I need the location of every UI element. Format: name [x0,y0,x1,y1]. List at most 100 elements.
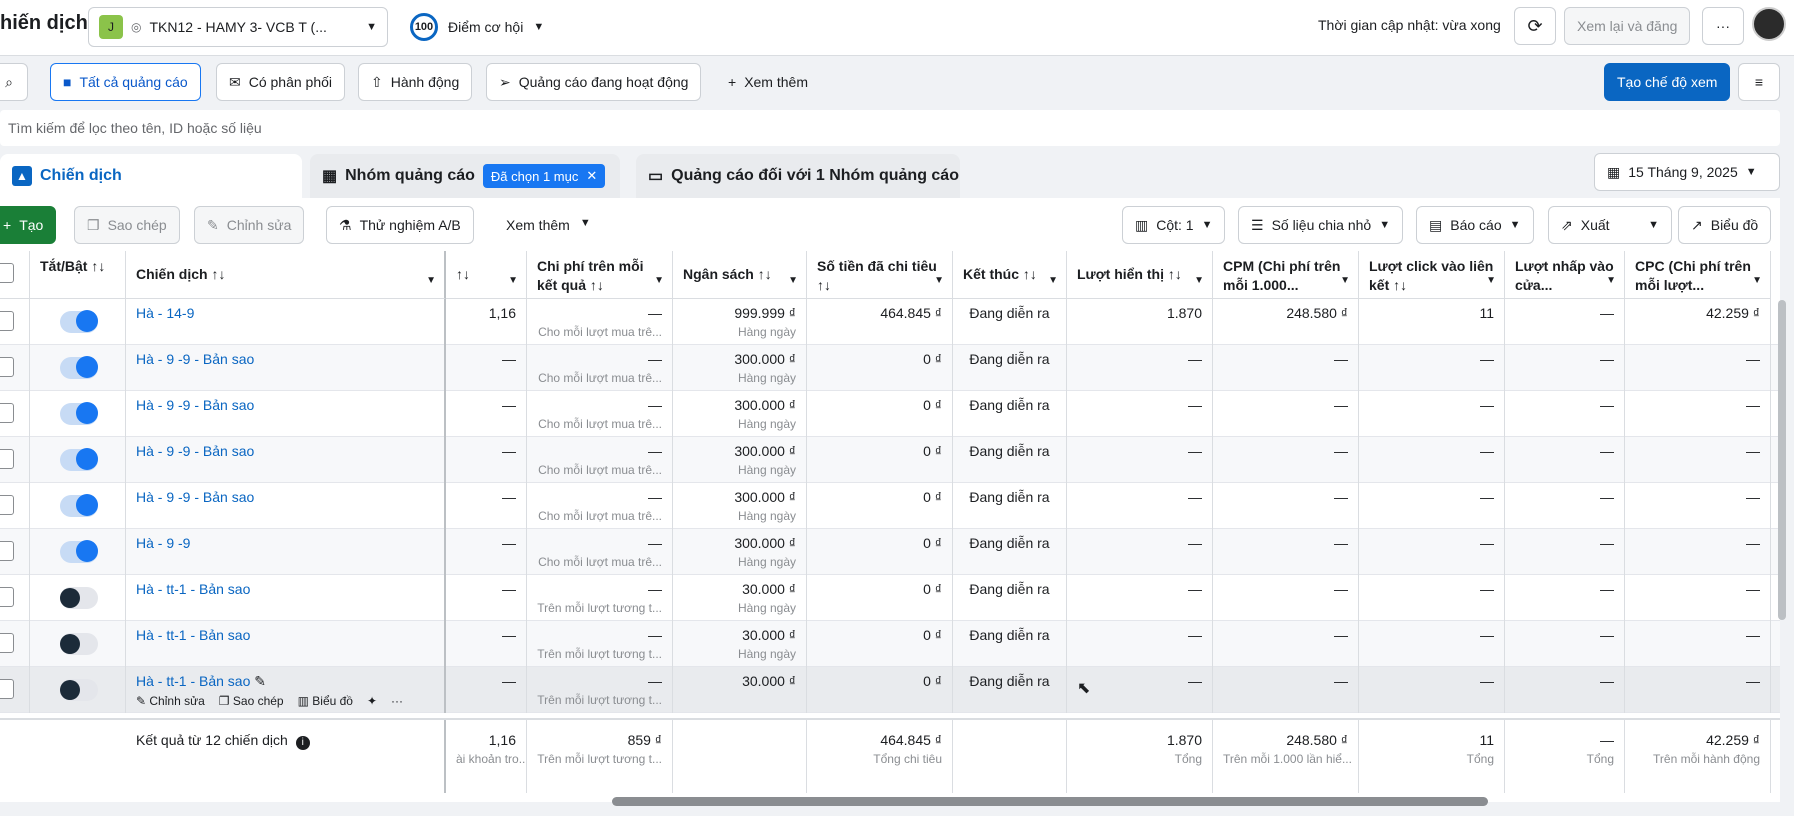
settings-sliders-button[interactable]: ≡ [1738,63,1780,101]
export-button[interactable]: ⇗ Xuất ▼ [1548,206,1672,244]
chevron-down-icon[interactable]: ▼ [1486,271,1496,290]
chevron-down-icon[interactable]: ▼ [654,271,664,290]
campaign-toggle[interactable] [60,679,98,701]
header-campaign[interactable]: Chiến dịch ↑↓ ▼ [126,251,446,299]
columns-button[interactable]: ▥ Cột: 1 ▼ [1122,206,1226,244]
review-publish-button[interactable]: Xem lại và đăng [1564,7,1691,45]
tab-adsets[interactable]: ▦ Nhóm quảng cáo Đã chọn 1 mục ✕ [310,154,620,198]
chevron-down-icon[interactable]: ▼ [788,271,798,290]
campaign-name-link[interactable]: Hà - 9 -9 - Bản sao [136,351,254,367]
date-picker[interactable]: ▦ 15 Tháng 9, 2025 ▼ [1594,153,1780,191]
row-checkbox[interactable] [0,449,14,469]
tab-ads[interactable]: ▭ Quảng cáo đối với 1 Nhóm quảng cáo [636,154,960,198]
search-button[interactable]: ⌕ [0,63,28,101]
campaign-name-link[interactable]: Hà - 9 -9 - Bản sao [136,489,254,505]
chevron-down-icon[interactable]: ▼ [426,271,436,290]
row-checkbox[interactable] [0,403,14,423]
campaign-name-link[interactable]: Hà - tt-1 - Bản sao [136,627,250,643]
header-budget[interactable]: Ngân sách ↑↓ ▼ [673,251,807,299]
see-more-filters[interactable]: + Xem thêm [728,74,808,90]
row-chart-action[interactable]: ▥ Biểu đồ [298,694,353,708]
filter-all-ads[interactable]: ■ Tất cả quảng cáo [50,63,201,101]
filter-actions[interactable]: ⇧ Hành động [358,63,473,101]
header-impressions[interactable]: Lượt hiển thị ↑↓ ▼ [1067,251,1213,299]
filter-delivery[interactable]: ✉ Có phân phối [216,63,346,101]
breakdown-button[interactable]: ☰ Số liệu chia nhỏ ▼ [1238,206,1404,244]
more-options-button[interactable]: ··· [1702,7,1744,45]
copy-button[interactable]: ❐ Sao chép [74,206,180,244]
chart-button[interactable]: ↗ Biểu đồ [1678,206,1772,244]
header-checkbox[interactable] [0,251,30,299]
chevron-down-icon[interactable]: ▼ [1340,271,1350,290]
header-ends[interactable]: Kết thúc ↑↓ ▼ [953,251,1067,299]
campaign-name-link[interactable]: Hà - tt-1 - Bản sao [136,581,250,597]
edit-button[interactable]: ✎ Chỉnh sửa [194,206,305,244]
select-all-checkbox[interactable] [0,263,14,283]
pin-icon[interactable]: ✦ [367,694,377,708]
chevron-down-icon[interactable]: ▼ [934,271,944,290]
row-checkbox[interactable] [0,357,14,377]
header-toggle[interactable]: Tắt/Bật ↑↓ [30,251,126,299]
more-actions-dropdown[interactable]: Xem thêm ▼ [506,217,591,233]
header-results[interactable]: ↑↓ ▼ [446,251,527,299]
table-row[interactable]: Hà - 9 -9 - Bản sao — — Cho mỗi lượt mua tr… [0,391,1780,437]
info-icon[interactable]: i [295,736,310,750]
header-cpc[interactable]: CPC (Chi phí trên mỗi lượt... ▼ [1625,251,1771,299]
campaign-name-link[interactable]: Hà - 9 -9 - Bản sao [136,397,254,413]
horizontal-scrollbar[interactable] [612,797,1488,806]
account-selector[interactable]: J ◎ TKN12 - HAMY 3- VCB T (... ▼ [88,7,388,47]
table-row[interactable]: Hà - tt-1 - Bản sao — — Trên mỗi lượt tương… [0,575,1780,621]
header-link-clicks[interactable]: Lượt click vào liên kết ↑↓ ▼ [1359,251,1505,299]
campaign-toggle[interactable] [60,356,98,379]
table-row[interactable]: Hà - 14-9 1,16 — Cho mỗi lượt mua trê... 999… [0,299,1780,345]
row-checkbox[interactable] [0,587,14,607]
chevron-down-icon[interactable]: ▼ [1752,271,1762,290]
ab-test-button[interactable]: ⚗ Thử nghiệm A/B [326,206,474,244]
table-row[interactable]: Hà - 9 -9 - Bản sao — — Cho mỗi lượt mua tr… [0,345,1780,391]
row-more-action[interactable]: ··· [391,694,403,708]
refresh-button[interactable]: ⟳ [1514,7,1556,45]
vertical-scrollbar[interactable] [1778,300,1786,620]
row-checkbox[interactable] [0,679,14,699]
campaign-name-link[interactable]: Hà - 14-9 [136,305,194,321]
reports-button[interactable]: ▤ Báo cáo ▼ [1416,206,1534,244]
campaign-toggle[interactable] [60,540,98,563]
table-row[interactable]: Hà - 9 -9 - Bản sao — — Cho mỗi lượt mua tr… [0,437,1780,483]
opportunity-score[interactable]: 100 Điểm cơ hội ▼ [410,13,544,41]
table-row[interactable]: Hà - tt-1 - Bản sao ✎ ✎ Chỉnh sửa ❐ Sao … [0,667,1780,713]
row-checkbox[interactable] [0,495,14,515]
close-icon[interactable]: ✕ [586,168,597,184]
chevron-down-icon[interactable]: ▼ [1048,271,1058,290]
tab-campaigns[interactable]: ▲ Chiến dịch [0,154,302,198]
pencil-icon[interactable]: ✎ [254,673,266,689]
header-spent[interactable]: Số tiền đã chi tiêu ↑↓ ▼ [807,251,953,299]
campaign-toggle[interactable] [60,633,98,655]
search-input[interactable]: Tìm kiếm để lọc theo tên, ID hoặc số liệ… [0,110,1780,146]
create-view-button[interactable]: Tạo chế độ xem [1604,63,1731,101]
header-store-visits[interactable]: Lượt nhấp vào cửa... ▼ [1505,251,1625,299]
row-checkbox[interactable] [0,633,14,653]
header-cpm[interactable]: CPM (Chi phí trên mỗi 1.000... ▼ [1213,251,1359,299]
row-checkbox[interactable] [0,541,14,561]
row-copy-action[interactable]: ❐ Sao chép [219,694,284,708]
campaign-toggle[interactable] [60,310,98,333]
header-cpr[interactable]: Chi phí trên mỗi kết quả ↑↓ ▼ [527,251,673,299]
row-edit-action[interactable]: ✎ Chỉnh sửa [136,694,205,708]
campaign-toggle[interactable] [60,587,98,609]
table-row[interactable]: Hà - tt-1 - Bản sao — — Trên mỗi lượt tương… [0,621,1780,667]
row-checkbox[interactable] [0,311,14,331]
chevron-down-icon[interactable]: ▼ [1194,271,1204,290]
chevron-down-icon[interactable]: ▼ [1648,219,1659,231]
create-button[interactable]: + Tạo [0,206,57,244]
table-row[interactable]: Hà - 9 -9 — — Cho mỗi lượt mua trê... 300.00… [0,529,1780,575]
campaign-name-link[interactable]: Hà - 9 -9 - Bản sao [136,443,254,459]
selected-pill[interactable]: Đã chọn 1 mục ✕ [482,164,606,188]
avatar[interactable] [1752,7,1786,41]
filter-active-ads[interactable]: ➢ Quảng cáo đang hoạt động [486,63,702,101]
campaign-toggle[interactable] [60,402,98,425]
chevron-down-icon[interactable]: ▼ [508,271,518,290]
campaign-toggle[interactable] [60,448,98,471]
campaign-name-link[interactable]: Hà - tt-1 - Bản sao [136,673,250,689]
campaign-name-link[interactable]: Hà - 9 -9 [136,535,190,551]
table-row[interactable]: Hà - 9 -9 - Bản sao — — Cho mỗi lượt mua tr… [0,483,1780,529]
